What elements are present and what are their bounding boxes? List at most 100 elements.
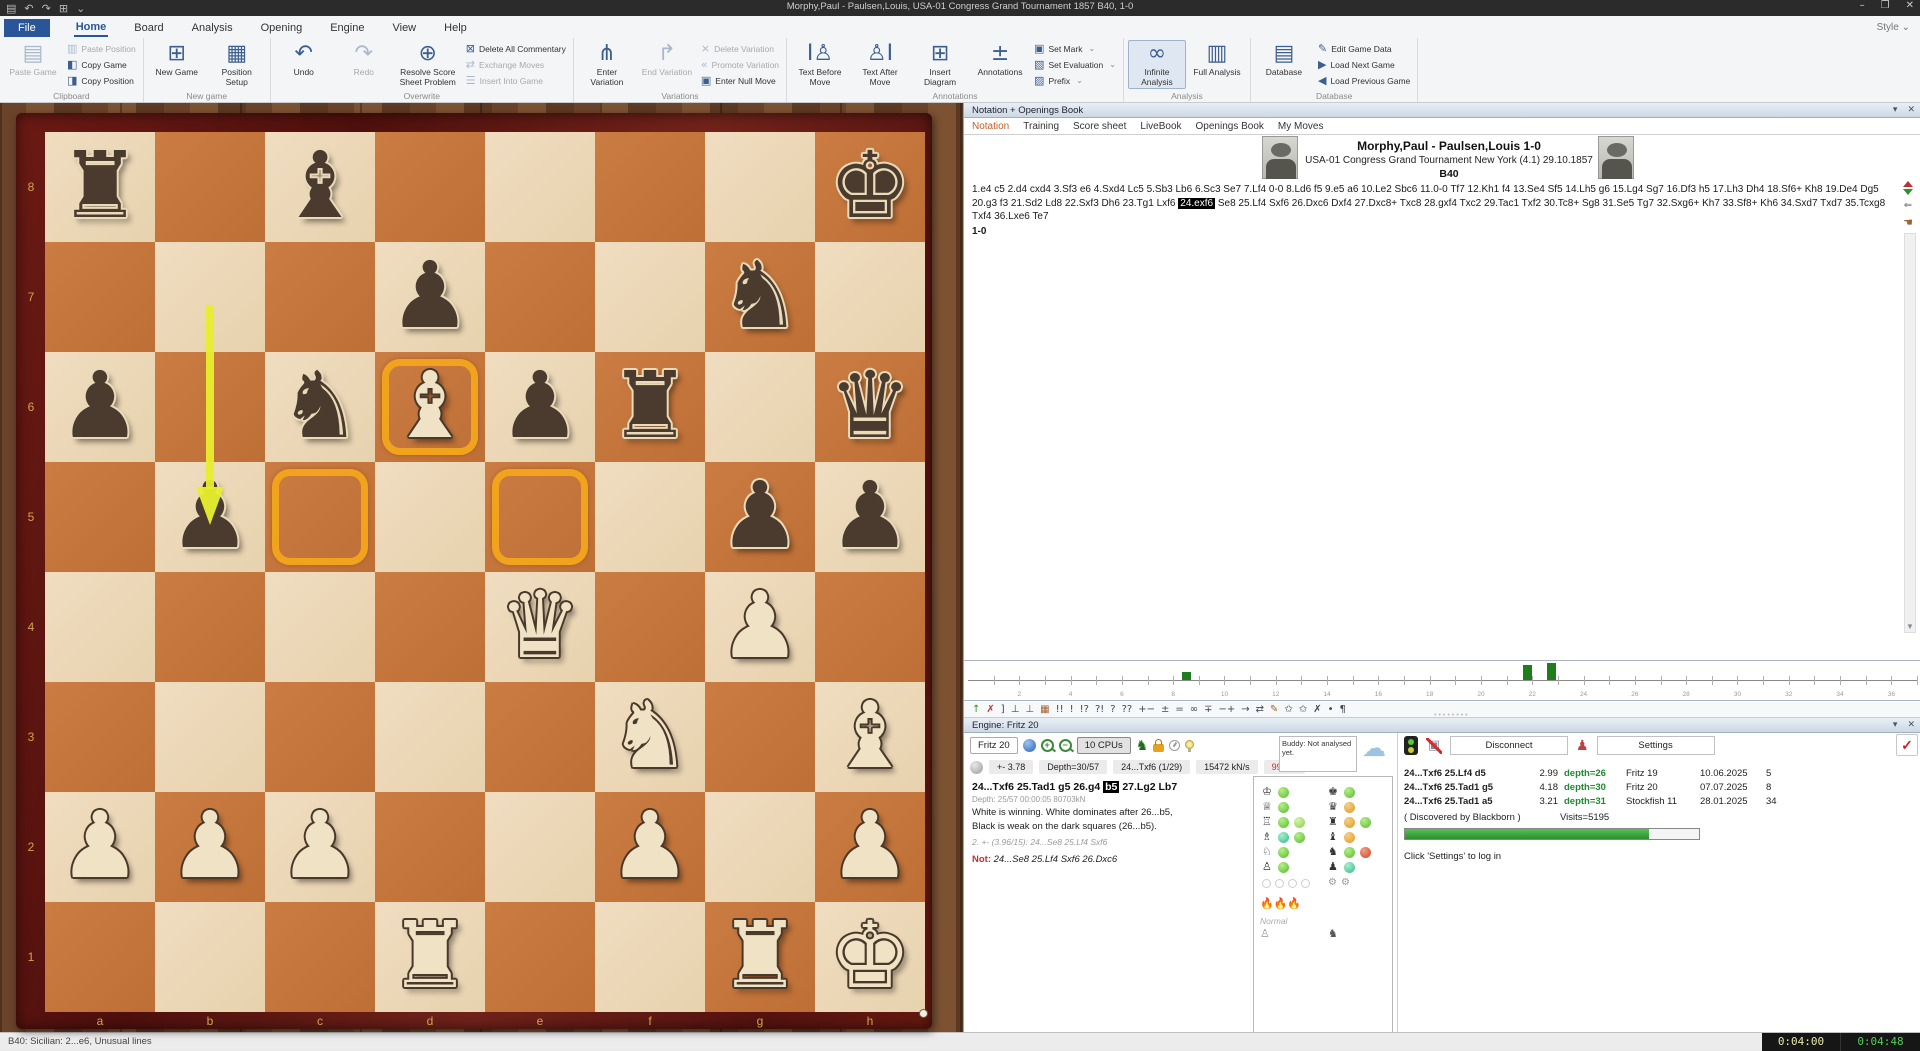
engine-not-line[interactable]: Not: 24...Se8 25.Lf4 Sxf6 26.Dxc6 (972, 854, 1244, 865)
square-e1[interactable] (485, 902, 595, 1012)
annotation-symbol-10[interactable]: ? (1110, 703, 1115, 717)
square-f7[interactable] (595, 242, 705, 352)
square-g2[interactable] (705, 792, 815, 902)
square-c3[interactable] (265, 682, 375, 792)
white-queen-e4[interactable]: ♛ (485, 572, 595, 682)
cpu-count-button[interactable]: 10 CPUs (1077, 737, 1131, 754)
square-g3[interactable] (705, 682, 815, 792)
engine-close-icon[interactable]: ✕ (1907, 720, 1915, 730)
notation-tab-training[interactable]: Training (1023, 121, 1059, 134)
square-a4[interactable] (45, 572, 155, 682)
square-c4[interactable] (265, 572, 375, 682)
cloud-analysis-rows[interactable]: 24...Txf6 25.Lf4 d52.99depth=26Fritz 191… (1404, 766, 1796, 808)
engine-analysis-text[interactable]: 24...Txf6 25.Tad1 g5 26.g4 b5 27.Lg2 Lb7… (972, 781, 1244, 865)
disconnect-button[interactable]: Disconnect (1450, 736, 1568, 755)
ribbon-button-paste-game[interactable]: ▤Paste Game (4, 40, 62, 80)
notation-panel-header[interactable]: Notation + Openings Book ▾✕ (964, 103, 1920, 118)
annotation-symbol-18[interactable]: → (1241, 703, 1249, 717)
white-pawn-b2[interactable]: ♟ (155, 792, 265, 902)
black-king-h8[interactable]: ♚ (815, 132, 925, 242)
ribbon-button-new-game[interactable]: ⊞New Game (148, 40, 206, 80)
ribbon-button-load-previous-game[interactable]: ◀Load Previous Game (1315, 73, 1413, 88)
gauge-icon[interactable] (1169, 740, 1180, 751)
black-pawn-b5[interactable]: ♟ (155, 462, 265, 572)
square-f8[interactable] (595, 132, 705, 242)
white-rook-g1[interactable]: ♜ (705, 902, 815, 1012)
engine-main-line[interactable]: 24...Txf6 25.Tad1 g5 26.g4 b5 27.Lg2 Lb7 (972, 781, 1244, 793)
dropdown-arrow-icon[interactable]: ⌄ (1076, 76, 1083, 85)
black-bishop-c8[interactable]: ♝ (265, 132, 375, 242)
annotation-symbol-6[interactable]: !! (1056, 703, 1064, 717)
ribbon-button-insert-diagram[interactable]: ⊞Insert Diagram (911, 40, 969, 89)
annotation-symbol-21[interactable]: ✩ (1284, 703, 1292, 717)
tab-view[interactable]: View (390, 20, 418, 36)
square-a3[interactable] (45, 682, 155, 792)
tab-opening[interactable]: Opening (259, 20, 305, 36)
annotation-symbol-20[interactable]: ✎ (1270, 703, 1278, 717)
square-c7[interactable] (265, 242, 375, 352)
ribbon-button-copy-position[interactable]: ◨Copy Position (64, 73, 139, 88)
ribbon-button-infinite-analysis[interactable]: ∞Infinite Analysis (1128, 40, 1186, 89)
square-b6[interactable] (155, 352, 265, 462)
square-e2[interactable] (485, 792, 595, 902)
notation-tab-openings-book[interactable]: Openings Book (1196, 121, 1264, 134)
notation-tab-my-moves[interactable]: My Moves (1278, 121, 1324, 134)
ribbon-button-prefix[interactable]: ▨Prefix⌄ (1031, 73, 1119, 88)
square-a1[interactable] (45, 902, 155, 1012)
black-rook-a8[interactable]: ♜ (45, 132, 155, 242)
ribbon-button-text-before-move[interactable]: I♙Text Before Move (791, 40, 849, 89)
ribbon-button-paste-position[interactable]: ▥Paste Position (64, 41, 139, 56)
annotation-symbol-11[interactable]: ?? (1122, 703, 1133, 717)
notation-tab-livebook[interactable]: LiveBook (1140, 121, 1181, 134)
white-pawn-a2[interactable]: ♟ (45, 792, 155, 902)
annotation-symbol-3[interactable]: ⊥ (1011, 703, 1020, 717)
white-pawn-h2[interactable]: ♟ (815, 792, 925, 902)
sync-arrows-icon[interactable] (1903, 181, 1913, 195)
jump-back-icon[interactable]: ⇐ (1904, 200, 1912, 211)
annotation-symbol-7[interactable]: ! (1070, 703, 1074, 717)
square-e3[interactable] (485, 682, 595, 792)
black-queen-h6[interactable]: ♛ (815, 352, 925, 462)
profile-bar-move-23[interactable] (1523, 665, 1532, 680)
square-b7[interactable] (155, 242, 265, 352)
ribbon-button-insert-into-game[interactable]: ☰Insert Into Game (463, 73, 569, 88)
black-rook-f6[interactable]: ♜ (595, 352, 705, 462)
ribbon-button-enter-variation[interactable]: ⋔Enter Variation (578, 40, 636, 89)
ribbon-button-resolve-score-sheet-problem[interactable]: ⊕Resolve Score Sheet Problem (395, 40, 461, 89)
profile-bar-move-10[interactable] (1182, 672, 1191, 680)
knight-icon[interactable]: ♞ (1136, 739, 1149, 753)
magnifier-plus-icon[interactable]: + (1041, 739, 1054, 752)
annotation-symbol-14[interactable]: = (1175, 703, 1183, 717)
square-b3[interactable] (155, 682, 265, 792)
tab-engine[interactable]: Engine (328, 20, 366, 36)
annotation-symbol-2[interactable]: ] (1001, 703, 1005, 717)
white-king-h1[interactable]: ♚ (815, 902, 925, 1012)
annotation-symbol-23[interactable]: ✗ (1313, 703, 1321, 717)
square-d4[interactable] (375, 572, 485, 682)
tab-analysis[interactable]: Analysis (190, 20, 235, 36)
square-e8[interactable] (485, 132, 595, 242)
cloud-analysis-row-0[interactable]: 24...Txf6 25.Lf4 d52.99depth=26Fritz 191… (1404, 766, 1796, 780)
annotation-symbol-8[interactable]: !? (1080, 703, 1089, 717)
square-b8[interactable] (155, 132, 265, 242)
ribbon-button-annotations[interactable]: ±Annotations (971, 40, 1029, 80)
red-check-icon[interactable]: ✓ (1896, 734, 1918, 756)
square-f1[interactable] (595, 902, 705, 1012)
square-a7[interactable] (45, 242, 155, 352)
annotation-symbol-0[interactable]: ↑ (972, 703, 980, 717)
white-knight-f3[interactable]: ♞ (595, 682, 705, 792)
ribbon-button-promote-variation[interactable]: «Promote Variation (698, 57, 782, 72)
annotation-symbol-25[interactable]: ¶ (1340, 703, 1346, 717)
black-knight-g7[interactable]: ♞ (705, 242, 815, 352)
ribbon-button-delete-variation[interactable]: ⨯Delete Variation (698, 41, 782, 56)
engine-dropdown-icon[interactable]: ▾ (1893, 720, 1898, 730)
cloud-analysis-row-1[interactable]: 24...Txf6 25.Tad1 g54.18depth=30Fritz 20… (1404, 780, 1796, 794)
annotation-symbol-4[interactable]: ⊥ (1025, 703, 1034, 717)
ribbon-button-set-evaluation[interactable]: ▧Set Evaluation⌄ (1031, 57, 1119, 72)
ribbon-button-redo[interactable]: ↷Redo (335, 40, 393, 80)
black-pawn-d7[interactable]: ♟ (375, 242, 485, 352)
cloud-icon[interactable]: ☁ (1362, 735, 1386, 761)
tab-home[interactable]: Home (74, 19, 109, 37)
square-e7[interactable] (485, 242, 595, 352)
square-d5[interactable] (375, 462, 485, 572)
